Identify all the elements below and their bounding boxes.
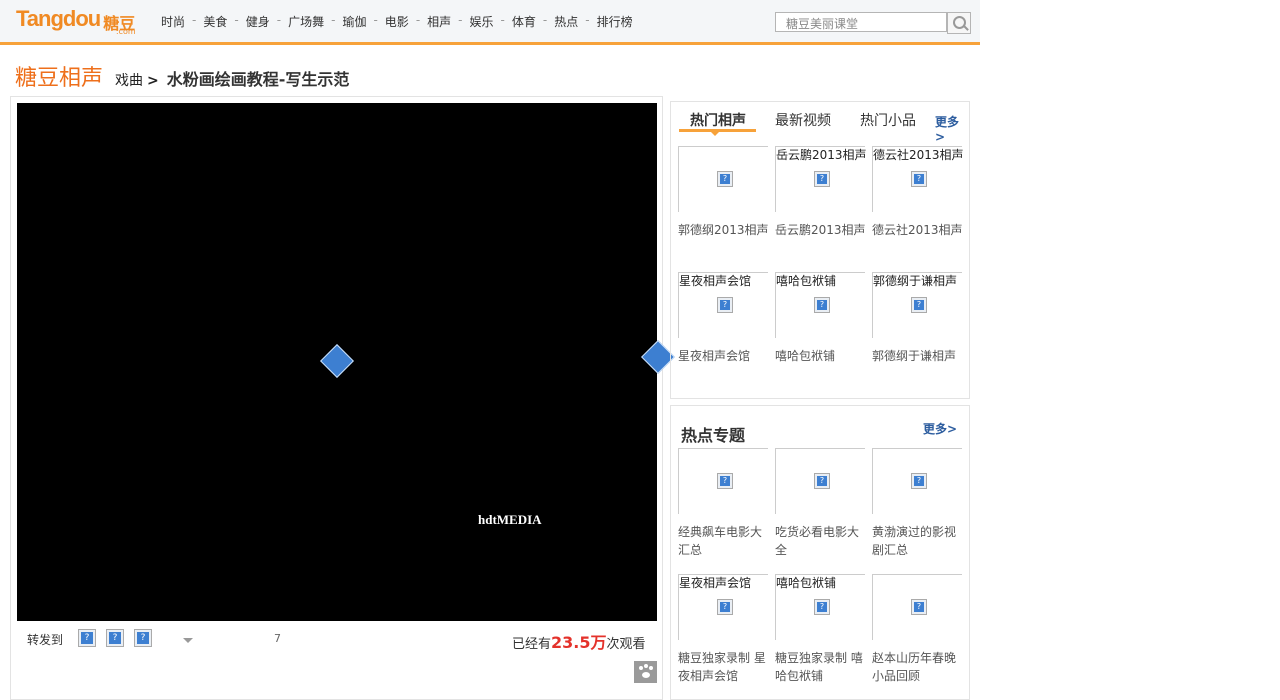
- topics-more-link[interactable]: 更多>: [923, 420, 957, 437]
- broken-image-icon: ?: [911, 599, 927, 615]
- video-caption[interactable]: 德云社2013相声: [872, 221, 964, 239]
- topic-thumbnail[interactable]: 嘻哈包袱铺?: [775, 574, 865, 640]
- hot-more-link[interactable]: 更多>: [935, 113, 969, 144]
- share-icon[interactable]: ?: [106, 629, 124, 647]
- nav-item-food[interactable]: 美食: [203, 13, 227, 30]
- nav-item-square-dance[interactable]: 广场舞: [288, 13, 324, 30]
- topic-caption[interactable]: 经典飙车电影大汇总: [678, 523, 770, 559]
- nav-separator: -: [192, 13, 197, 27]
- paw-icon[interactable]: [634, 661, 657, 683]
- share-icon[interactable]: ?: [78, 629, 96, 647]
- view-count: 已经有 23.5万 次观看: [512, 629, 646, 653]
- nav-item-yoga[interactable]: 瑜伽: [342, 13, 366, 30]
- thumbnail-alt-text: 岳云鹏2013相声: [776, 148, 867, 162]
- topic-caption[interactable]: 赵本山历年春晚小品回顾: [872, 649, 964, 685]
- top-header: Tangdou 糖豆 .com 时尚 - 美食 - 健身 - 广场舞 - 瑜伽 - 电影 -…: [0, 0, 980, 45]
- thumbnail-alt-text: 嘻哈包袱铺: [776, 576, 837, 590]
- breadcrumb: 糖豆相声 戏曲 > 水粉画绘画教程-写生示范: [15, 60, 349, 92]
- broken-image-icon: ?: [717, 473, 733, 489]
- breadcrumb-site[interactable]: 糖豆相声: [15, 60, 103, 92]
- nav-separator: -: [276, 13, 282, 27]
- video-caption[interactable]: 岳云鹏2013相声: [775, 221, 867, 239]
- hot-tabs: 热门相声 最新视频 热门小品 更多>: [671, 102, 969, 144]
- topic-caption[interactable]: 吃货必看电影大全: [775, 523, 867, 559]
- video-caption[interactable]: 郭德纲2013相声: [678, 221, 770, 239]
- tab-hot-sketches[interactable]: 热门小品: [860, 110, 916, 130]
- views-prefix: 已经有: [512, 637, 552, 652]
- broken-image-icon: ?: [911, 473, 927, 489]
- video-caption[interactable]: 嘻哈包袱铺: [775, 347, 867, 365]
- nav-item-sports[interactable]: 体育: [512, 13, 536, 30]
- nav-separator: -: [331, 13, 336, 27]
- nav-separator: -: [500, 13, 505, 27]
- nav-separator: -: [373, 13, 378, 27]
- page-title: 水粉画绘画教程-写生示范: [166, 70, 350, 89]
- nav-separator: -: [415, 13, 421, 27]
- search-button[interactable]: [947, 12, 971, 34]
- logo-suffix: .com: [116, 27, 136, 36]
- nav-separator: -: [585, 13, 590, 27]
- nav-item-crosstalk[interactable]: 相声: [427, 13, 451, 30]
- broken-image-icon: ?: [717, 297, 733, 313]
- nav-separator: -: [458, 13, 463, 27]
- broken-image-icon: ?: [717, 171, 733, 187]
- video-thumbnail[interactable]: ?: [678, 146, 768, 212]
- nav-item-movies[interactable]: 电影: [385, 13, 409, 30]
- video-caption[interactable]: 星夜相声会馆: [678, 347, 770, 365]
- topic-thumbnail[interactable]: ?: [678, 448, 768, 514]
- broken-image-icon: ?: [814, 297, 830, 313]
- broken-image-icon: ?: [717, 599, 733, 615]
- plugin-missing-icon[interactable]: [641, 340, 675, 374]
- plugin-missing-icon[interactable]: [320, 344, 354, 378]
- topic-thumbnail[interactable]: ?: [775, 448, 865, 514]
- topic-caption[interactable]: 糖豆独家录制 嘻哈包袱铺: [775, 649, 867, 685]
- tab-latest-videos[interactable]: 最新视频: [775, 110, 831, 130]
- nav-item-ranking[interactable]: 排行榜: [597, 13, 633, 30]
- thumbnail-alt-text: 嘻哈包袱铺: [776, 274, 837, 288]
- views-count: 23.5万: [551, 633, 607, 652]
- tangdou-logo[interactable]: Tangdou 糖豆 .com: [16, 6, 136, 38]
- broken-image-icon: ?: [814, 599, 830, 615]
- topic-caption[interactable]: 黄渤演过的影视剧汇总: [872, 523, 964, 559]
- breadcrumb-category[interactable]: 戏曲: [115, 70, 143, 90]
- video-thumbnail[interactable]: 嘻哈包袱铺?: [775, 272, 865, 338]
- topic-caption[interactable]: 糖豆独家录制 星夜相声会馆: [678, 649, 770, 685]
- broken-image-icon: ?: [911, 297, 927, 313]
- thumbnail-alt-text: 星夜相声会馆: [679, 576, 752, 590]
- broken-image-icon: ?: [814, 473, 830, 489]
- tab-hot-crosstalk[interactable]: 热门相声: [690, 110, 746, 130]
- share-label: 转发到: [27, 633, 64, 647]
- logo-text: Tangdou: [16, 6, 101, 31]
- video-thumbnail[interactable]: 德云社2013相声?: [872, 146, 964, 212]
- thumbnail-alt-text: 星夜相声会馆: [679, 274, 752, 288]
- main-nav: 时尚 - 美食 - 健身 - 广场舞 - 瑜伽 - 电影 - 相声 - 娱乐 - 体育 - 热点 -…: [161, 13, 633, 30]
- video-thumbnail[interactable]: 星夜相声会馆?: [678, 272, 768, 338]
- views-suffix: 次观看: [606, 637, 646, 652]
- nav-separator: -: [542, 13, 548, 27]
- video-caption[interactable]: 郭德纲于谦相声: [872, 347, 964, 365]
- broken-image-icon: ?: [911, 171, 927, 187]
- dropdown-caret-icon[interactable]: [183, 638, 193, 643]
- topic-thumbnail[interactable]: ?: [872, 448, 962, 514]
- thumbnail-alt-text: 郭德纲于谦相声: [873, 274, 958, 288]
- share-icon[interactable]: ?: [134, 629, 152, 647]
- breadcrumb-arrow: >: [147, 73, 159, 89]
- nav-item-fashion[interactable]: 时尚: [161, 13, 185, 30]
- nav-item-entertainment[interactable]: 娱乐: [470, 13, 494, 30]
- topic-thumbnail[interactable]: ?: [872, 574, 962, 640]
- share-counter: 7: [274, 632, 281, 645]
- video-thumbnail[interactable]: 郭德纲于谦相声?: [872, 272, 962, 338]
- search-input[interactable]: 糖豆美丽课堂: [775, 12, 947, 32]
- nav-item-fitness[interactable]: 健身: [246, 13, 270, 30]
- section-title: 热点专题: [681, 426, 746, 445]
- topic-thumbnail[interactable]: 星夜相声会馆?: [678, 574, 768, 640]
- thumbnail-alt-text: 德云社2013相声: [873, 148, 964, 162]
- video-watermark: hdtMEDIA: [478, 512, 542, 527]
- video-thumbnail[interactable]: 岳云鹏2013相声?: [775, 146, 867, 212]
- broken-image-icon: ?: [814, 171, 830, 187]
- nav-item-hot[interactable]: 热点: [554, 13, 578, 30]
- active-tab-caret: [711, 132, 719, 136]
- nav-separator: -: [234, 13, 239, 27]
